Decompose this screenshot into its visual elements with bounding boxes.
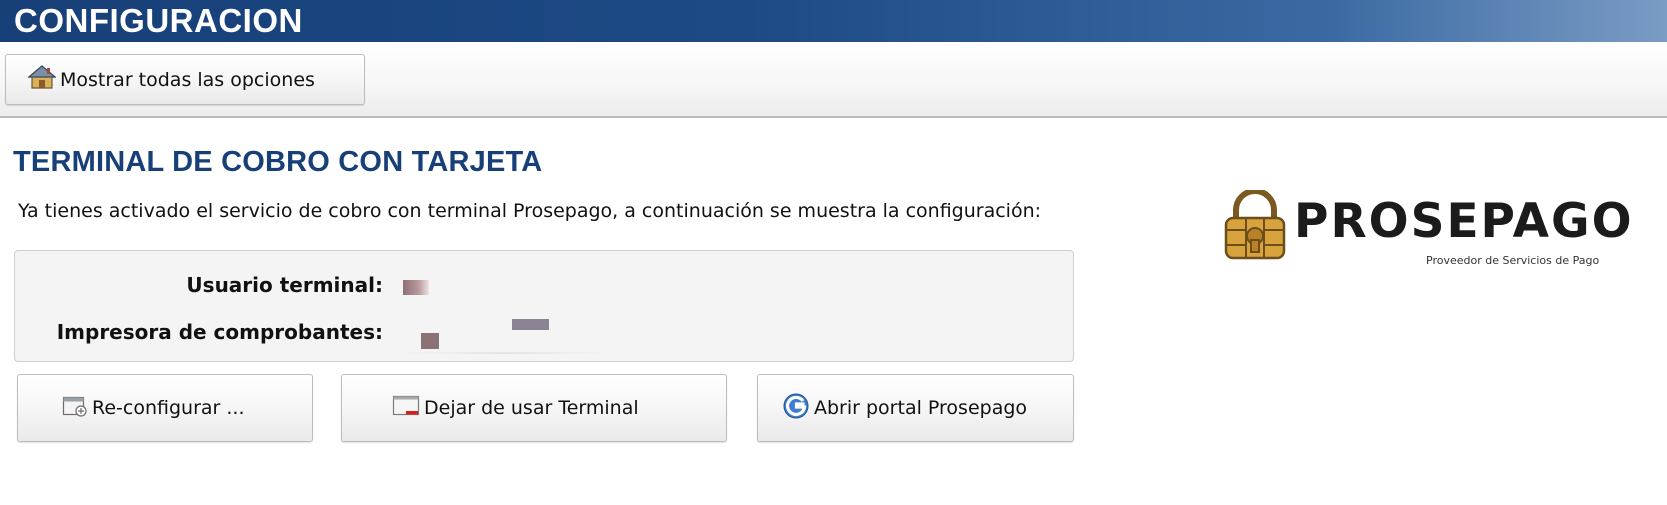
g-globe-icon: [782, 392, 810, 425]
title-bar: CONFIGURACION: [0, 0, 1667, 42]
terminal-user-value-redacted: [403, 280, 429, 295]
receipt-printer-value-redacted-2: [512, 319, 549, 330]
terminal-user-label: Usuario terminal:: [186, 273, 383, 297]
show-all-options-button[interactable]: Mostrar todas las opciones: [5, 54, 365, 105]
show-all-options-label: Mostrar todas las opciones: [60, 68, 315, 91]
house-icon: [27, 64, 57, 95]
reconfigure-window-icon: [62, 394, 88, 423]
padlock-chip-icon: [1220, 188, 1290, 266]
logo-tagline: Proveedor de Servicios de Pago: [1426, 254, 1600, 267]
terminal-window-red-icon: [392, 394, 420, 423]
logo-wordmark: PROSEPAGO: [1294, 194, 1634, 249]
reconfigure-button[interactable]: Re-configurar ...: [17, 374, 313, 442]
intro-text: Ya tienes activado el servicio de cobro …: [18, 200, 1042, 222]
reconfigure-label: Re-configurar ...: [92, 397, 245, 419]
open-portal-label: Abrir portal Prosepago: [814, 397, 1028, 419]
redaction-line: [400, 352, 610, 354]
prosepago-logo: PROSEPAGO Proveedor de Servicios de Pago: [1220, 188, 1640, 270]
open-portal-button[interactable]: Abrir portal Prosepago: [757, 374, 1074, 442]
config-panel: Usuario terminal: Impresora de comproban…: [14, 250, 1074, 362]
stop-terminal-label: Dejar de usar Terminal: [424, 397, 639, 419]
receipt-printer-label: Impresora de comprobantes:: [56, 320, 383, 344]
section-title: TERMINAL DE COBRO CON TARJETA: [13, 146, 543, 178]
page-title: CONFIGURACION: [14, 2, 303, 39]
stop-terminal-button[interactable]: Dejar de usar Terminal: [341, 374, 727, 442]
receipt-printer-value-redacted: [421, 333, 439, 349]
